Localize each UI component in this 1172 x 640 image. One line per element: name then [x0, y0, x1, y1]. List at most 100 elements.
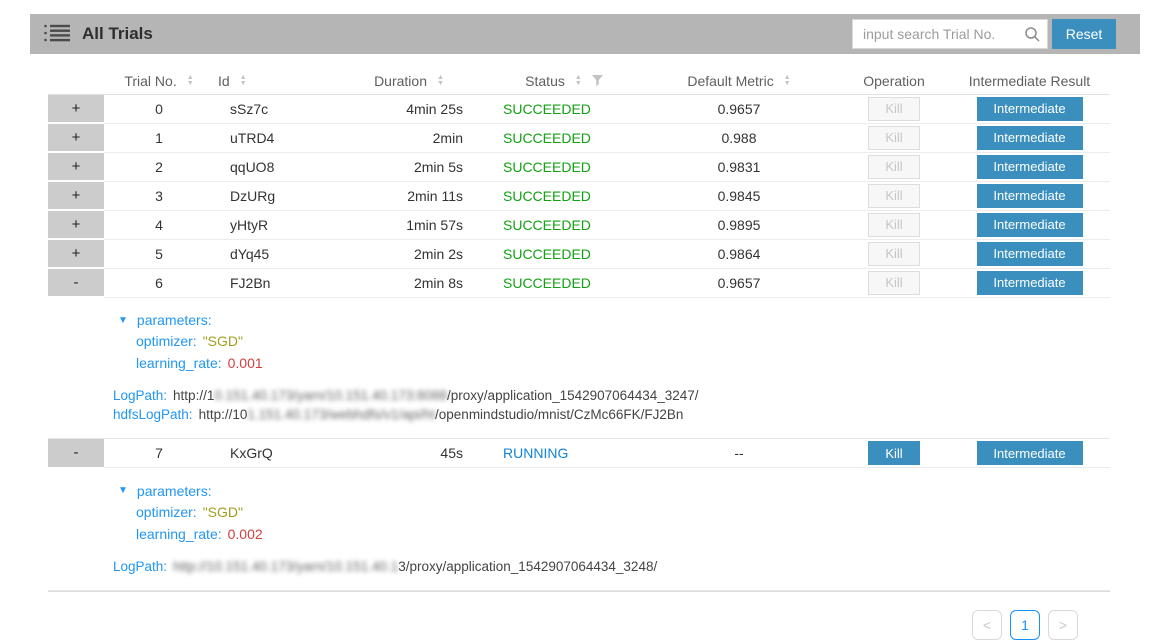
metric-cell: 0.9657	[639, 94, 839, 123]
trials-table: Trial No.▲▼Id▲▼Duration▲▼Status▲▼Default…	[48, 68, 1110, 591]
status-text: SUCCEEDED	[503, 275, 591, 291]
expand-toggle[interactable]: +	[48, 123, 104, 152]
filter-icon[interactable]	[592, 75, 603, 86]
expand-toggle[interactable]: +	[48, 181, 104, 210]
status-text: SUCCEEDED	[503, 188, 591, 204]
log-path-label: LogPath:	[113, 388, 167, 403]
trial-detail-panel: ▼parameters:optimizer:"SGD"learning_rate…	[48, 297, 1110, 439]
status-cell: RUNNING	[489, 439, 639, 468]
expand-toggle[interactable]: +	[48, 239, 104, 268]
param-key: optimizer:	[136, 504, 197, 520]
column-header-intermediate-result: Intermediate Result	[949, 68, 1110, 94]
kill-button: Kill	[868, 155, 920, 179]
status-cell: SUCCEEDED	[489, 268, 639, 297]
parameters-label: parameters:	[137, 312, 212, 328]
operation-cell: Kill	[839, 152, 949, 181]
intermediate-button[interactable]: Intermediate	[977, 213, 1083, 237]
trial-row: -7KxGrQ45sRUNNING--KillIntermediate	[48, 439, 1110, 468]
trial-no-cell: 3	[104, 181, 214, 210]
intermediate-cell: Intermediate	[949, 210, 1110, 239]
param-value: "SGD"	[203, 504, 243, 520]
duration-cell: 2min 5s	[329, 152, 489, 181]
trial-no-cell: 6	[104, 268, 214, 297]
expand-toggle[interactable]: -	[48, 439, 104, 468]
search-input[interactable]	[852, 19, 1048, 49]
trial-id-cell: FJ2Bn	[214, 268, 329, 297]
param-line: optimizer:"SGD"	[136, 330, 1110, 352]
topbar: All Trials Reset	[30, 14, 1140, 54]
param-value: 0.001	[228, 355, 263, 371]
trial-no-cell: 4	[104, 210, 214, 239]
trial-row: +4yHtyR1min 57sSUCCEEDED0.9895KillInterm…	[48, 210, 1110, 239]
intermediate-button[interactable]: Intermediate	[977, 155, 1083, 179]
log-path-label: LogPath:	[113, 559, 167, 574]
column-header-trial-no[interactable]: Trial No.▲▼	[104, 68, 214, 94]
intermediate-cell: Intermediate	[949, 239, 1110, 268]
intermediate-button[interactable]: Intermediate	[977, 97, 1083, 121]
column-header-status[interactable]: Status▲▼	[489, 68, 639, 94]
trial-id-cell: yHtyR	[214, 210, 329, 239]
trial-row: -6FJ2Bn2min 8sSUCCEEDED0.9657KillInterme…	[48, 268, 1110, 297]
column-header-label: Duration	[374, 73, 427, 89]
duration-cell: 4min 25s	[329, 94, 489, 123]
duration-cell: 45s	[329, 439, 489, 468]
operation-cell: Kill	[839, 239, 949, 268]
kill-button: Kill	[868, 242, 920, 266]
sort-icon[interactable]: ▲▼	[575, 75, 582, 86]
search-box	[852, 19, 1048, 49]
sort-icon[interactable]: ▲▼	[187, 75, 194, 86]
intermediate-button[interactable]: Intermediate	[977, 126, 1083, 150]
trial-id-cell: DzURg	[214, 181, 329, 210]
status-text: SUCCEEDED	[503, 217, 591, 233]
kill-button[interactable]: Kill	[868, 441, 920, 465]
sort-icon[interactable]: ▲▼	[240, 75, 247, 86]
duration-cell: 2min 8s	[329, 268, 489, 297]
page-1-button[interactable]: 1	[1010, 610, 1040, 640]
log-path-segment: /openmindstudio/mnist/CzMc66FK/FJ2Bn	[435, 407, 683, 422]
reset-button[interactable]: Reset	[1052, 19, 1116, 49]
log-path-line: LogPath: http://10.151.40.173/yarn/10.151…	[113, 557, 1110, 576]
param-line: optimizer: "SGD"	[136, 501, 1110, 523]
search-icon[interactable]	[1024, 26, 1040, 47]
parameters-toggle[interactable]: ▼parameters:	[118, 481, 1110, 501]
table-header-row: Trial No.▲▼Id▲▼Duration▲▼Status▲▼Default…	[48, 68, 1110, 94]
operation-cell: Kill	[839, 123, 949, 152]
trial-no-cell: 0	[104, 94, 214, 123]
pagination: < 1 >	[0, 610, 1078, 640]
intermediate-button[interactable]: Intermediate	[977, 242, 1083, 266]
column-header-duration[interactable]: Duration ▲▼	[329, 68, 489, 94]
intermediate-button[interactable]: Intermediate	[977, 184, 1083, 208]
parameters-toggle[interactable]: ▼parameters:	[118, 310, 1110, 330]
operation-cell: Kill	[839, 181, 949, 210]
column-header-default-metric[interactable]: Default Metric▲▼	[639, 68, 839, 94]
column-header-operation: Operation	[839, 68, 949, 94]
expand-toggle[interactable]: -	[48, 268, 104, 297]
expand-toggle[interactable]: +	[48, 152, 104, 181]
log-path-segment: http://10.151.40.173/yarn/10.151.40.1	[173, 559, 398, 574]
metric-cell: 0.9657	[639, 268, 839, 297]
trial-row: +2qqUO82min 5sSUCCEEDED0.9831KillInterme…	[48, 152, 1110, 181]
trial-id-cell: uTRD4	[214, 123, 329, 152]
intermediate-button[interactable]: Intermediate	[977, 441, 1083, 465]
sort-icon[interactable]: ▲▼	[437, 75, 444, 86]
param-line: learning_rate:0.002	[136, 523, 1110, 545]
trials-table-wrap: Trial No.▲▼Id▲▼Duration▲▼Status▲▼Default…	[48, 68, 1110, 592]
parameters-label: parameters:	[137, 483, 212, 499]
trial-detail-row: ▼parameters:optimizer:"SGD"learning_rate…	[48, 297, 1110, 439]
intermediate-cell: Intermediate	[949, 439, 1110, 468]
intermediate-button[interactable]: Intermediate	[977, 271, 1083, 295]
duration-cell: 1min 57s	[329, 210, 489, 239]
column-header-id[interactable]: Id▲▼	[214, 68, 329, 94]
intermediate-cell: Intermediate	[949, 94, 1110, 123]
trial-detail-row: ▼parameters: optimizer: "SGD" learning_rate…	[48, 468, 1110, 591]
status-text: SUCCEEDED	[503, 159, 591, 175]
trial-no-cell: 1	[104, 123, 214, 152]
expand-toggle[interactable]: +	[48, 94, 104, 123]
trial-row: +0sSz7c4min 25sSUCCEEDED0.9657KillInterm…	[48, 94, 1110, 123]
expand-toggle[interactable]: +	[48, 210, 104, 239]
param-line: learning_rate:0.001	[136, 352, 1110, 374]
status-text: SUCCEEDED	[503, 246, 591, 262]
duration-cell: 2min 11s	[329, 181, 489, 210]
sort-icon[interactable]: ▲▼	[784, 75, 791, 86]
log-path-segment: http://1	[173, 388, 214, 403]
